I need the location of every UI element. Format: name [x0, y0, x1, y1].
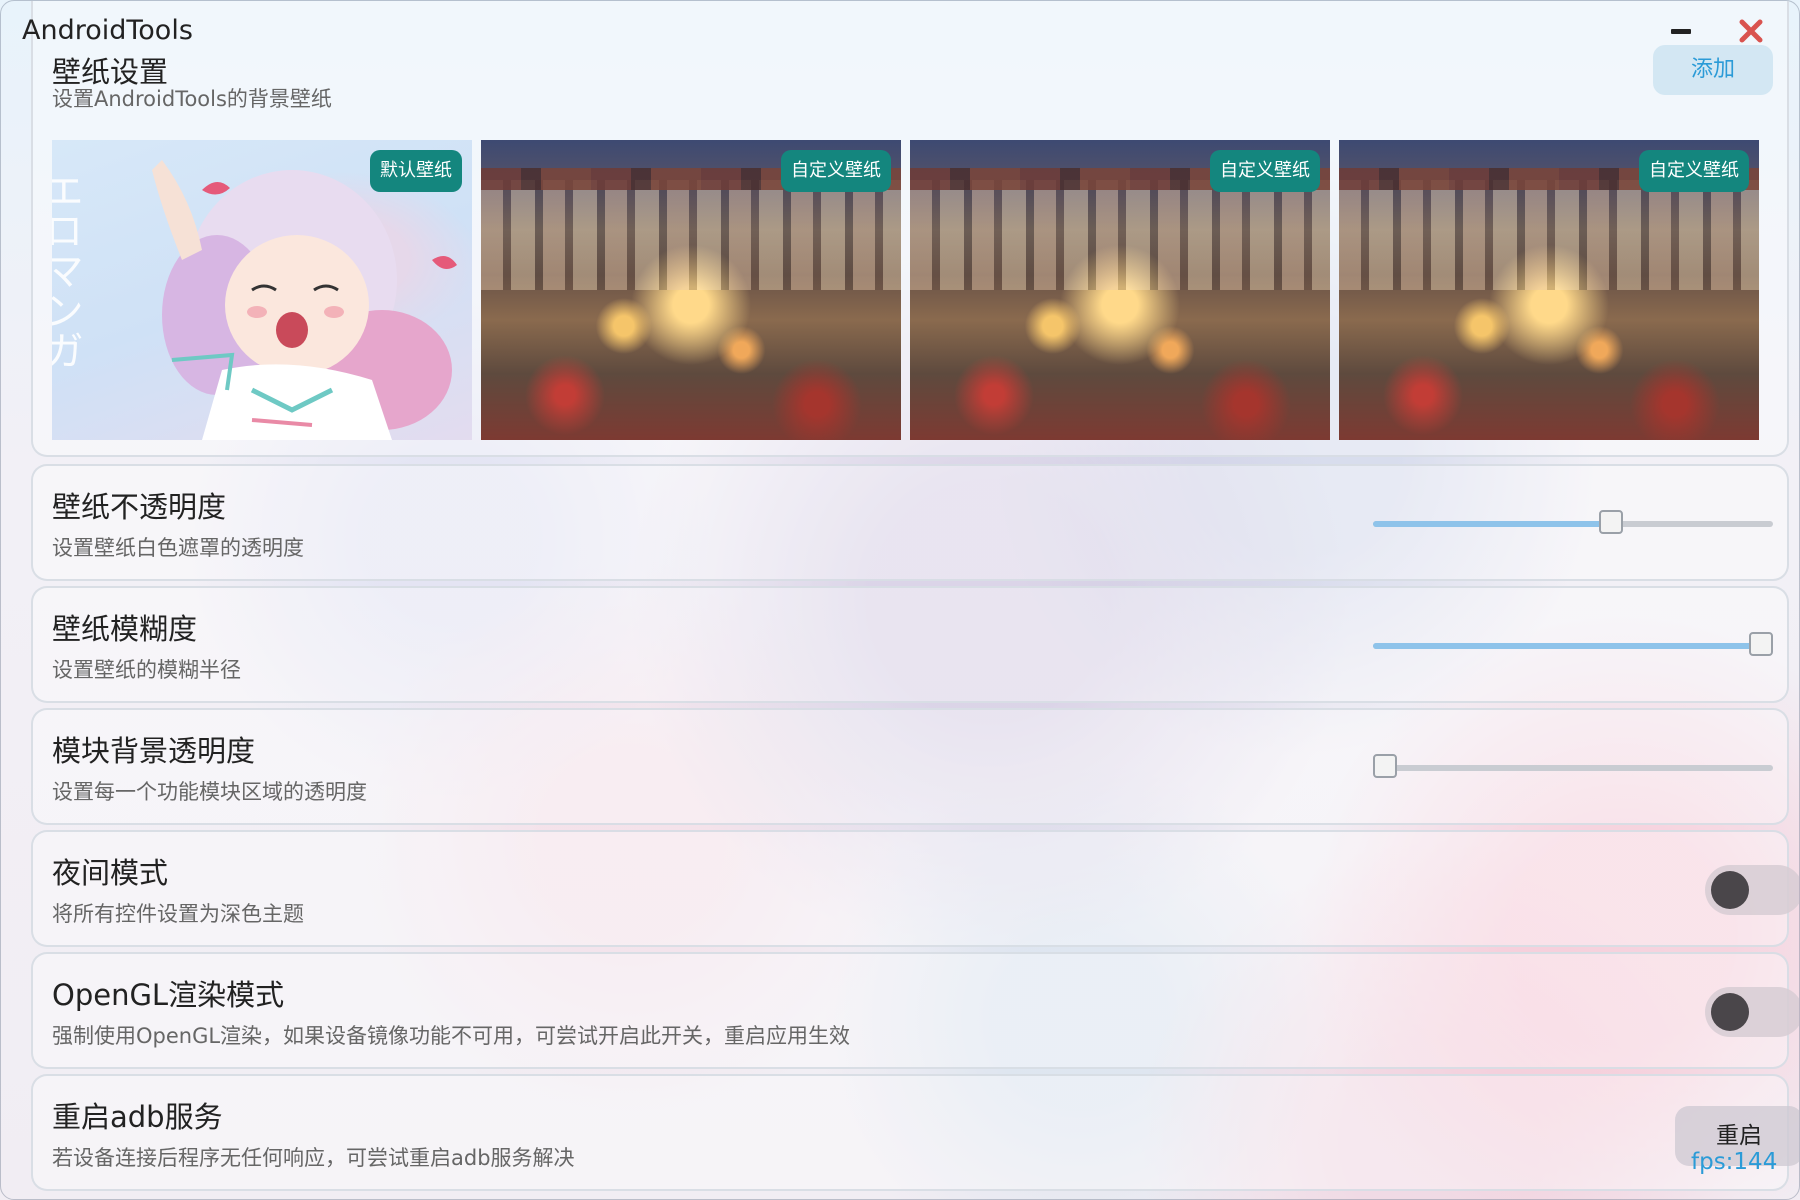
module-opacity-title: 模块背景透明度 — [52, 734, 256, 768]
wallpaper-badge-custom: 自定义壁纸 — [1639, 150, 1749, 192]
module-opacity-card: 模块背景透明度 设置每一个功能模块区域的透明度 — [31, 708, 1789, 825]
night-mode-toggle[interactable] — [1705, 865, 1799, 915]
restart-adb-title: 重启adb服务 — [52, 1100, 223, 1134]
opengl-mode-card: OpenGL渲染模式 强制使用OpenGL渲染，如果设备镜像功能不可用，可尝试开… — [31, 952, 1799, 1069]
slider-thumb[interactable] — [1749, 632, 1773, 656]
wallpaper-settings-description: 设置AndroidTools的背景壁纸 — [52, 87, 332, 111]
wallpaper-blur-card: 壁纸模糊度 设置壁纸的模糊半径 — [31, 586, 1789, 703]
wallpaper-list[interactable]: エロマンガ 默认壁纸 自定义壁纸 自定义壁纸 自定义壁纸 — [52, 140, 1764, 440]
close-icon[interactable] — [1731, 11, 1771, 51]
window-title: AndroidTools — [22, 15, 193, 46]
wallpaper-blur-slider[interactable] — [1373, 632, 1773, 656]
wallpaper-thumbnail-custom-1[interactable]: 自定义壁纸 — [481, 140, 901, 440]
module-opacity-slider[interactable] — [1373, 754, 1773, 778]
wallpaper-thumbnail-custom-3[interactable]: 自定义壁纸 — [1339, 140, 1759, 440]
wallpaper-thumbnail-default[interactable]: エロマンガ 默认壁纸 — [52, 140, 472, 440]
wallpaper-badge-custom: 自定义壁纸 — [781, 150, 891, 192]
opengl-mode-title: OpenGL渲染模式 — [52, 978, 285, 1012]
slider-fill — [1373, 643, 1761, 649]
app-window: AndroidTools 壁纸设置 设置AndroidTools的背景壁纸 添加 — [0, 0, 1800, 1200]
wallpaper-blur-title: 壁纸模糊度 — [52, 612, 198, 646]
wallpaper-badge-default: 默认壁纸 — [370, 150, 462, 192]
wallpaper-opacity-description: 设置壁纸白色遮罩的透明度 — [52, 536, 304, 560]
toggle-knob — [1711, 871, 1749, 909]
fps-counter: fps:144 — [1691, 1149, 1778, 1175]
night-mode-card: 夜间模式 将所有控件设置为深色主题 — [31, 830, 1799, 947]
wallpaper-art-text: エロマンガ — [52, 170, 83, 370]
restart-adb-card: 重启adb服务 若设备连接后程序无任何响应，可尝试重启adb服务解决 重启 — [31, 1074, 1799, 1191]
wallpaper-settings-card: 壁纸设置 设置AndroidTools的背景壁纸 添加 エロマンガ 默认壁纸 自… — [31, 1, 1789, 457]
slider-thumb[interactable] — [1373, 754, 1397, 778]
title-bar[interactable]: AndroidTools — [1, 1, 1799, 63]
toggle-knob — [1711, 993, 1749, 1031]
wallpaper-opacity-slider[interactable] — [1373, 510, 1773, 534]
minimize-icon[interactable] — [1662, 19, 1702, 43]
slider-fill — [1373, 521, 1611, 527]
module-opacity-description: 设置每一个功能模块区域的透明度 — [52, 780, 367, 804]
slider-thumb[interactable] — [1599, 510, 1623, 534]
wallpaper-opacity-title: 壁纸不透明度 — [52, 490, 227, 524]
wallpaper-badge-custom: 自定义壁纸 — [1210, 150, 1320, 192]
wallpaper-blur-description: 设置壁纸的模糊半径 — [52, 658, 241, 682]
opengl-mode-toggle[interactable] — [1705, 987, 1799, 1037]
night-mode-description: 将所有控件设置为深色主题 — [52, 902, 304, 926]
wallpaper-thumbnail-custom-2[interactable]: 自定义壁纸 — [910, 140, 1330, 440]
wallpaper-opacity-card: 壁纸不透明度 设置壁纸白色遮罩的透明度 — [31, 464, 1789, 581]
restart-adb-description: 若设备连接后程序无任何响应，可尝试重启adb服务解决 — [52, 1146, 575, 1170]
night-mode-title: 夜间模式 — [52, 856, 169, 890]
opengl-mode-description: 强制使用OpenGL渲染，如果设备镜像功能不可用，可尝试开启此开关，重启应用生效 — [52, 1024, 851, 1048]
